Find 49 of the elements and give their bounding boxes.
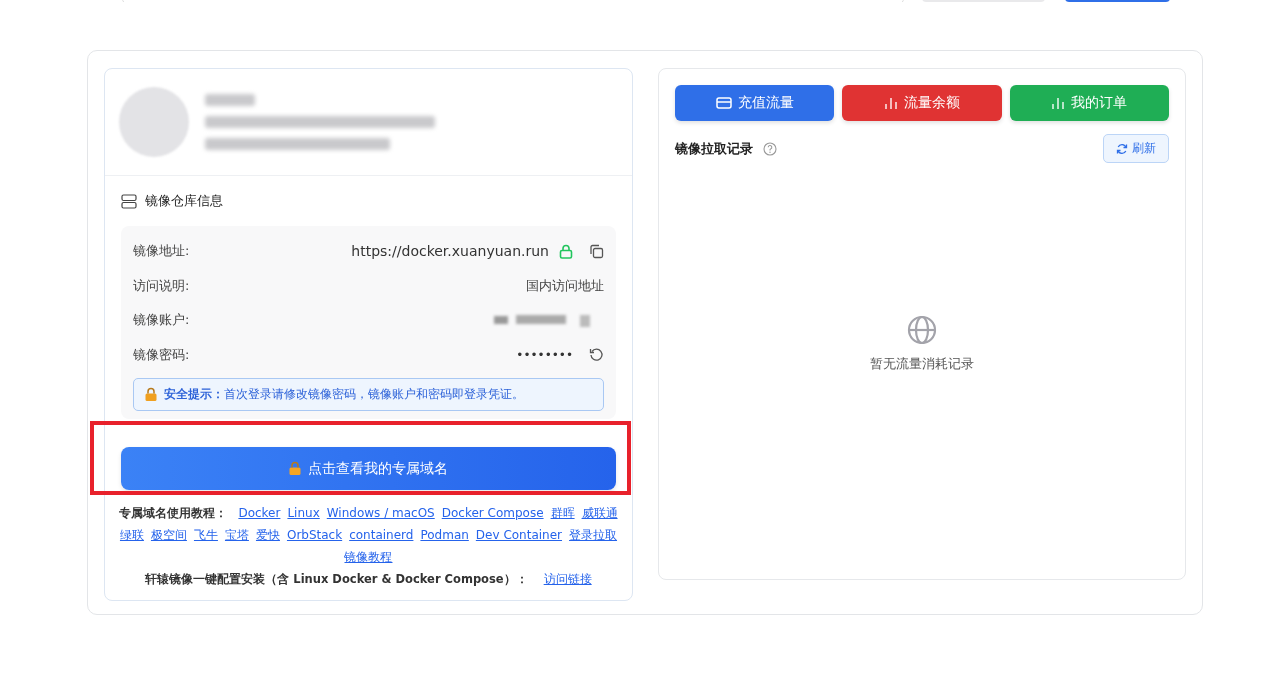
action-button[interactable]: 流量余额 [842, 85, 1002, 121]
tutorial-link[interactable]: containerd [349, 526, 414, 544]
action-button[interactable]: 我的订单 [1009, 85, 1169, 121]
lock-icon [288, 461, 303, 476]
tutorial-link[interactable]: 群晖 [550, 504, 575, 522]
tutorial-link[interactable]: 威联通 [581, 504, 618, 522]
bar-chart-icon [1051, 96, 1066, 110]
info-label: 访问说明: [133, 276, 190, 295]
info-label: 镜像地址: [133, 242, 190, 261]
tutorial-link[interactable]: OrbStack [286, 526, 343, 544]
lock-icon [558, 243, 573, 259]
tutorial-link[interactable]: 极空间 [150, 526, 187, 544]
action-button[interactable]: 充值流量 [674, 85, 835, 121]
password-value: •••••••• [516, 347, 573, 362]
refresh-button[interactable]: 刷新 [1103, 134, 1169, 163]
lock-icon [144, 387, 158, 402]
tutorial-link[interactable]: Docker [238, 504, 281, 522]
install-text: 轩辕镜像一键配置安装（含 Linux Docker & Docker Compose）： [145, 572, 528, 587]
help-icon[interactable] [762, 141, 777, 156]
reset-icon[interactable] [588, 347, 604, 363]
refresh-icon [1116, 142, 1128, 155]
tutorial-link[interactable]: 登录拉取 [569, 526, 618, 544]
avatar [119, 87, 189, 157]
visit-link[interactable]: 访问链接 [543, 572, 592, 587]
tutorial-link[interactable]: 飞牛 [193, 526, 218, 544]
info-value: 国内访问地址 [525, 276, 604, 295]
tutorial-label: 专属域名使用教程： [119, 505, 228, 522]
section-title: 镜像仓库信息 [145, 192, 223, 210]
bar-chart-icon [884, 96, 898, 110]
tutorial-link[interactable]: 绿联 [119, 526, 144, 544]
tutorial-link[interactable]: 爱快 [255, 526, 280, 544]
tutorial-link[interactable]: Podman [420, 526, 469, 544]
tutorial-link[interactable]: 镜像教程 [344, 548, 393, 566]
info-label: 镜像账户: [133, 311, 190, 330]
domain-button[interactable]: 点击查看我的专属域名 [121, 447, 616, 490]
security-notice: 安全提示：首次登录请修改镜像密码，镜像账户和密码即登录凭证。 [133, 378, 604, 411]
tutorial-link[interactable]: 宝塔 [224, 526, 249, 544]
info-label: 镜像密码: [133, 345, 190, 364]
tutorial-link[interactable]: Dev Container [475, 526, 563, 544]
copy-icon[interactable] [588, 243, 604, 259]
tutorial-link[interactable]: Windows / macOS [326, 504, 435, 522]
tutorial-link[interactable]: Linux [287, 504, 320, 522]
globe-icon [906, 313, 938, 346]
mirror-address: https://docker.xuanyuan.run [351, 243, 549, 260]
server-icon [121, 193, 137, 209]
tutorial-link[interactable]: Docker Compose [441, 504, 544, 522]
records-title: 镜像拉取记录 [674, 139, 753, 158]
card-icon [715, 96, 732, 110]
empty-message: 暂无流量消耗记录 [870, 355, 974, 373]
